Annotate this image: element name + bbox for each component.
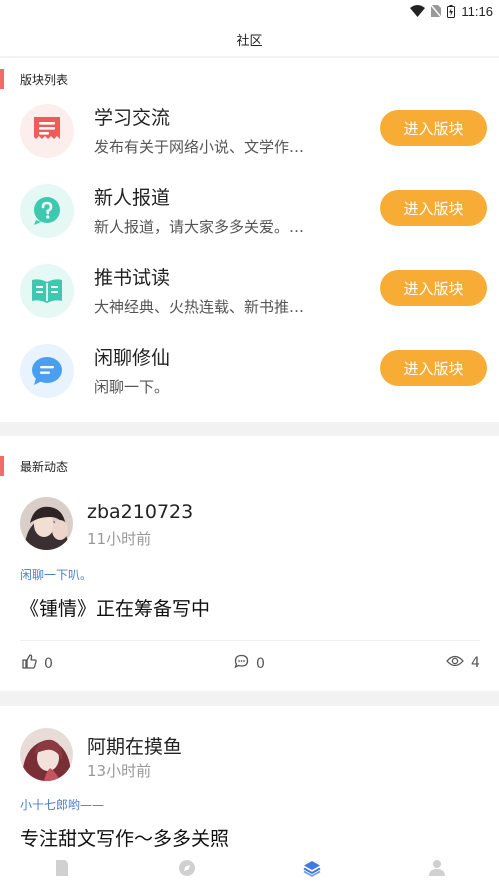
forum-description: 新人报道，请大家多多关爱。… [94,218,305,236]
battery-icon [447,4,456,18]
page-title: 社区 [236,33,263,49]
view-count: 4 [471,655,480,671]
username[interactable]: zba210723 [87,501,193,523]
section-list-card: 版块列表 学习交流 发布有关于网络小说、文学作… 进入版块 新人报道 新人报道，… [0,58,499,422]
forum-name: 新人报道 [94,187,171,209]
post-card[interactable]: 最新动态 zba210723 11小时前 闲聊一下叭。 《锺情》正在筹备写中 0… [0,436,499,691]
forum-description: 发布有关于网络小说、文学作… [94,138,305,156]
forum-item-chat[interactable]: 闲聊修仙 闲聊一下。 进入版块 [0,336,499,406]
status-bar: 11:16 [0,0,499,22]
forum-item-book-recommend[interactable]: 推书试读 大神经典、火热连载、新书推… 进入版块 [0,256,499,326]
view-stat: 4 [446,654,480,672]
post-title[interactable]: 《锺情》正在筹备写中 [20,594,210,621]
thumb-up-icon [22,654,37,673]
comment-icon [234,654,249,673]
forum-name: 学习交流 [94,107,171,129]
enter-forum-button[interactable]: 进入版块 [380,350,487,386]
question-icon [20,184,74,238]
profile-icon[interactable] [427,858,447,878]
forum-description: 闲聊一下。 [94,378,170,396]
latest-feed-header: 最新动态 [0,455,68,477]
discover-icon[interactable] [177,858,197,878]
forum-description: 大神经典、火热连载、新书推… [94,298,305,316]
forum-item-newcomer[interactable]: 新人报道 新人报道，请大家多多关爱。… 进入版块 [0,176,499,246]
like-count: 0 [44,655,53,672]
forum-name: 闲聊修仙 [94,347,171,369]
clock-time: 11:16 [461,3,493,19]
comment-stat[interactable]: 0 [234,654,265,673]
forum-tag-link[interactable]: 小十七郎哟—— [20,796,104,813]
chat-bubble-icon [20,344,74,398]
comment-count: 0 [256,655,265,672]
avatar[interactable] [20,728,73,781]
divider [20,640,480,641]
bottom-tab-bar [0,852,499,888]
forum-tag-link[interactable]: 闲聊一下叭。 [20,566,92,583]
enter-forum-button[interactable]: 进入版块 [380,110,487,146]
book-icon [20,264,74,318]
wifi-icon [410,5,426,17]
username[interactable]: 阿期在摸鱼 [87,732,182,759]
eye-icon [446,654,464,672]
status-indicators: 11:16 [410,2,493,20]
like-stat[interactable]: 0 [22,654,53,673]
section-accent-bar [0,456,4,476]
latest-feed-title: 最新动态 [20,459,69,474]
bookshelf-icon[interactable] [52,858,72,878]
section-list-header: 版块列表 [0,68,68,90]
title-bar: 社区 [0,22,499,56]
post-time: 13小时前 [87,762,152,780]
section-list-title: 版块列表 [20,72,69,87]
enter-forum-button[interactable]: 进入版块 [380,270,487,306]
section-accent-bar [0,69,4,89]
post-time: 11小时前 [87,530,152,548]
avatar[interactable] [20,497,73,550]
post-title[interactable]: 专注甜文写作～多多关照 [20,824,229,851]
community-icon[interactable] [302,858,322,878]
no-sim-icon [431,5,442,17]
forum-name: 推书试读 [94,267,171,289]
enter-forum-button[interactable]: 进入版块 [380,190,487,226]
notebook-icon [20,104,74,158]
forum-item-study[interactable]: 学习交流 发布有关于网络小说、文学作… 进入版块 [0,96,499,166]
